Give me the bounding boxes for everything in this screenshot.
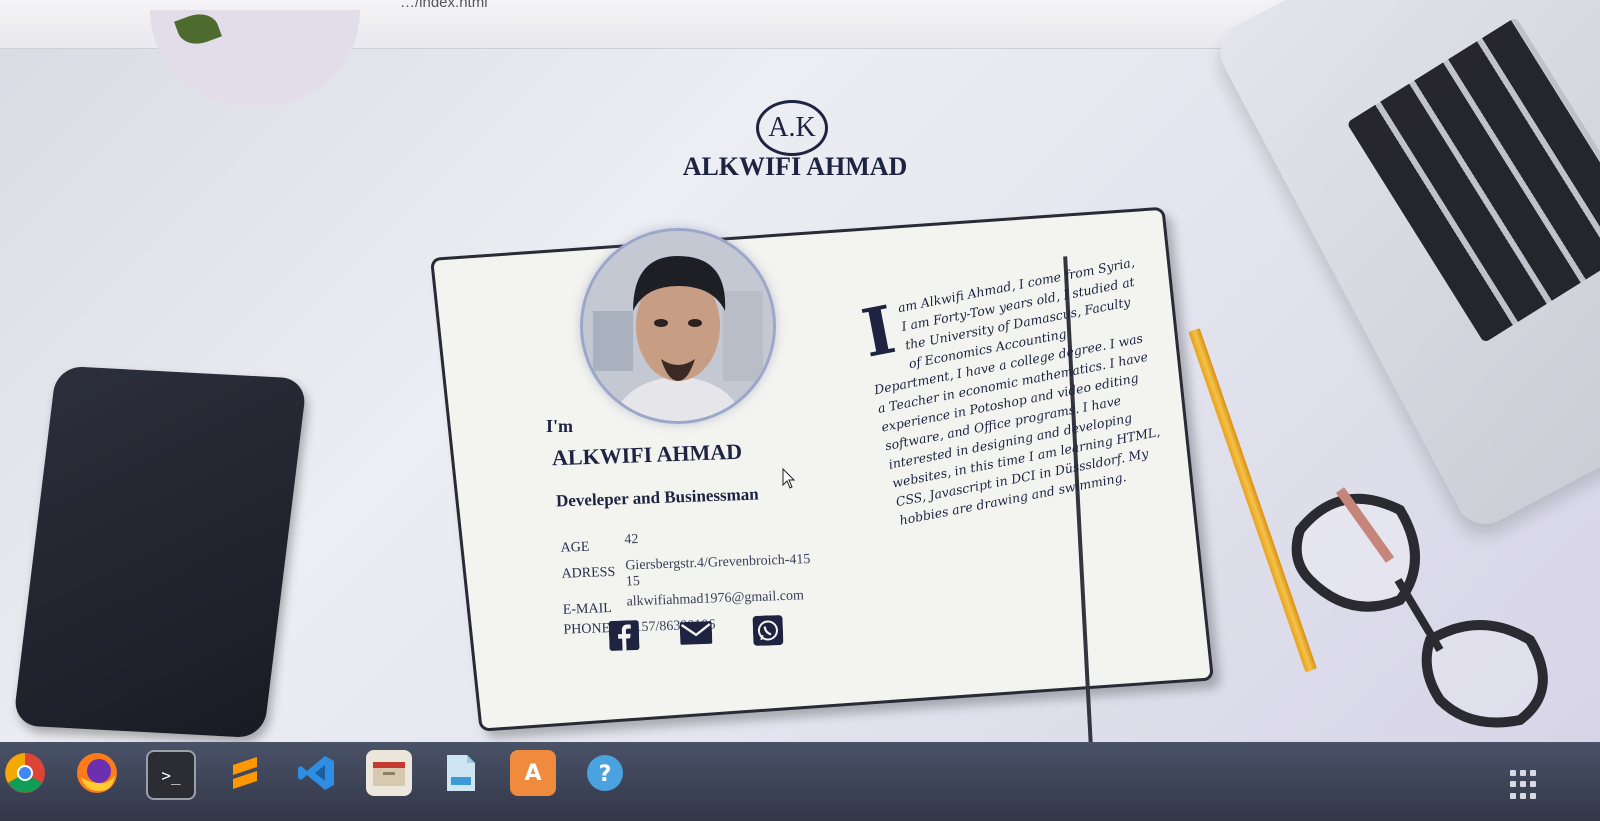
info-label: E-MAIL: [562, 600, 613, 618]
help-icon[interactable]: ?: [582, 750, 628, 796]
smartphone-decoration: [12, 365, 308, 739]
info-value[interactable]: alkwifiahmad1976@gmail.com: [626, 588, 804, 616]
mouse-pointer-icon: [782, 468, 796, 489]
info-value: Giersbergstr.4/Grevenbroich-41515: [625, 552, 811, 590]
text-editor-icon[interactable]: [438, 750, 484, 796]
terminal-icon[interactable]: >_: [146, 750, 196, 800]
site-logo[interactable]: A.K: [756, 100, 828, 156]
social-links: [608, 615, 785, 651]
info-label: AGE: [560, 539, 590, 556]
info-value: 42: [624, 532, 639, 548]
profile-avatar: [580, 228, 776, 424]
bio-text: am Alkwifi Ahmad, I come from Syria, I a…: [872, 254, 1162, 528]
info-row-address: ADRESS Giersbergstr.4/Grevenbroich-41515: [561, 551, 832, 592]
app-launcher-grid-icon[interactable]: [1510, 770, 1540, 800]
os-taskbar: >_ A ?: [0, 742, 1600, 821]
files-icon[interactable]: [366, 750, 412, 796]
vscode-icon[interactable]: [294, 750, 340, 796]
sublime-icon[interactable]: [222, 750, 268, 796]
taskbar-apps: >_ A ?: [0, 750, 628, 800]
intro-label: I'm: [546, 416, 573, 436]
firefox-icon[interactable]: [74, 750, 120, 796]
app-store-icon[interactable]: A: [510, 750, 556, 796]
eyeglasses-decoration: [1291, 487, 1548, 728]
facebook-icon[interactable]: [608, 620, 641, 651]
svg-text:?: ?: [599, 762, 612, 787]
info-label: ADRESS: [561, 564, 616, 582]
chrome-icon[interactable]: [2, 750, 48, 796]
site-title: ALKWIFI AHMAD: [682, 152, 908, 181]
whatsapp-icon[interactable]: [751, 615, 784, 646]
address-bar-text[interactable]: …/index.html: [400, 0, 488, 11]
mail-icon[interactable]: [679, 617, 713, 648]
